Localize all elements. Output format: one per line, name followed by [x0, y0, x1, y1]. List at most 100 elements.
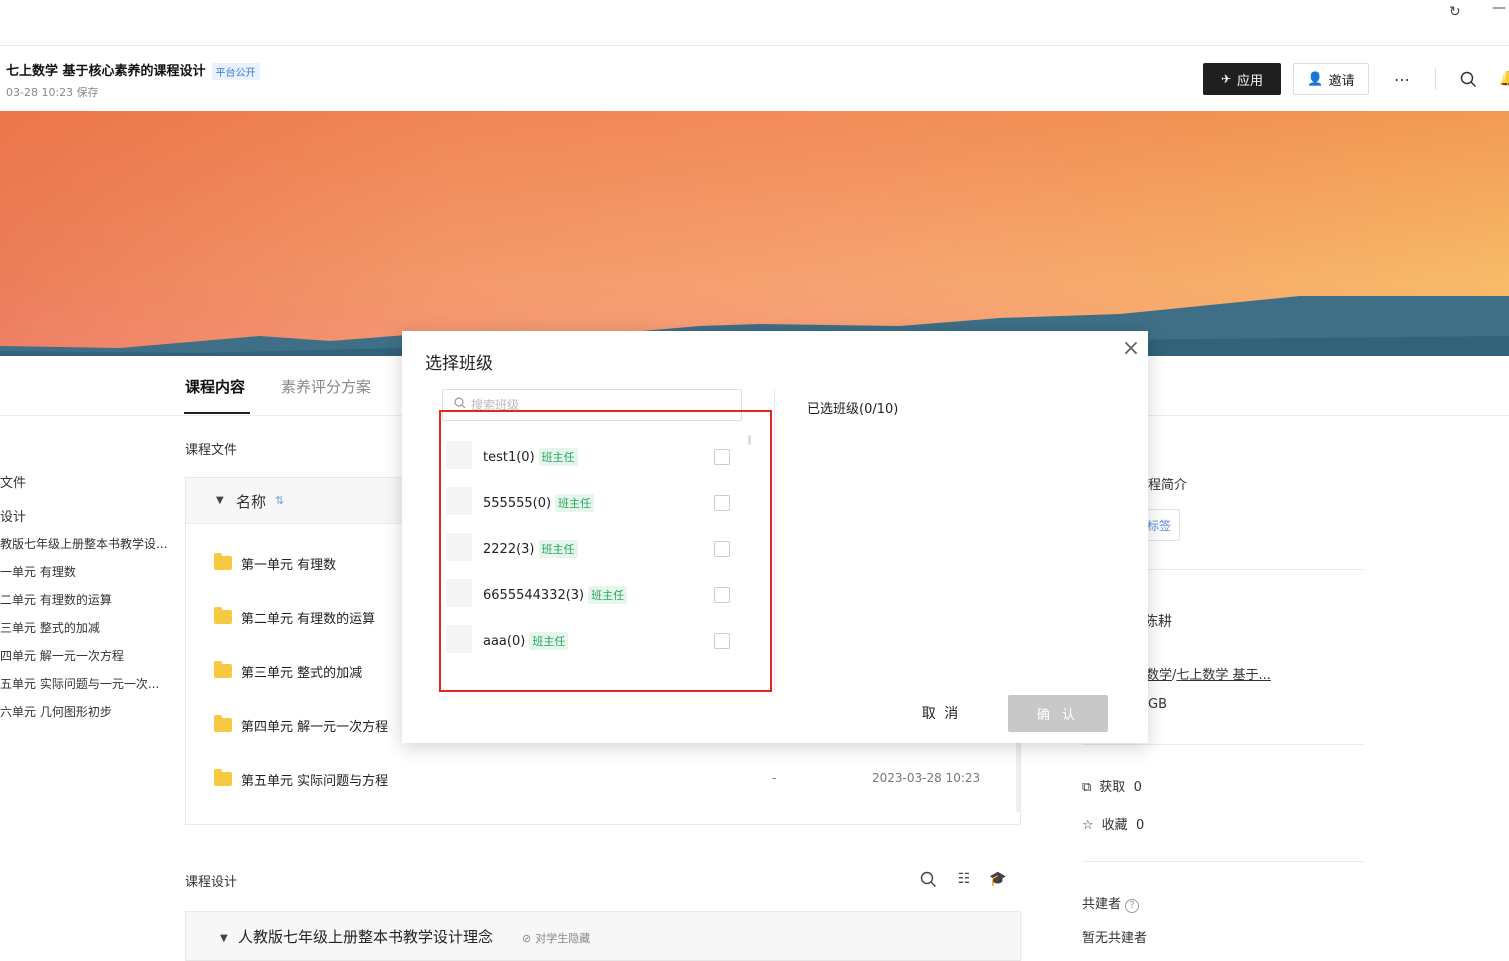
page-title: 七上数学 基于核心素养的课程设计 平台公开: [6, 60, 260, 80]
search-icon[interactable]: [1458, 69, 1478, 89]
save-status: 03-28 10:23 保存: [6, 86, 99, 99]
class-search-input[interactable]: [471, 396, 731, 414]
course-files-label: 课程文件: [185, 443, 238, 458]
tree-item[interactable]: 四单元 解一元一次方程: [0, 647, 124, 664]
cobuilder-heading: 共建者 ?: [1082, 893, 1140, 913]
window-top-strip: ↻ —: [0, 0, 1509, 46]
class-list-item[interactable]: aaa(0) 班主任: [446, 625, 736, 655]
invite-button[interactable]: 👤 邀请: [1293, 63, 1369, 95]
column-name[interactable]: 名称: [236, 491, 266, 512]
course-path[interactable]: 数学/七上数学 基于...: [1146, 664, 1271, 683]
role-badge: 班主任: [538, 540, 578, 558]
confirm-button[interactable]: 确 认: [1008, 695, 1108, 732]
tree-item[interactable]: 三单元 整式的加减: [0, 619, 100, 636]
tab-course-content[interactable]: 课程内容: [185, 376, 245, 397]
class-label: aaa(0) 班主任: [483, 632, 569, 650]
course-header: 七上数学 基于核心素养的课程设计 平台公开 03-28 10:23 保存 ✈ 应用…: [0, 47, 1509, 111]
class-list-item[interactable]: 555555(0) 班主任: [446, 487, 736, 517]
tree-item-files[interactable]: 文件: [0, 472, 26, 491]
eye-off-icon: ⊘: [522, 931, 532, 945]
list-view-icon[interactable]: ☷: [954, 869, 974, 889]
class-list-item[interactable]: test1(0) 班主任: [446, 441, 736, 471]
search-icon: [454, 397, 466, 413]
folder-icon: [214, 661, 232, 678]
apply-button[interactable]: ✈ 应用: [1203, 63, 1281, 95]
invite-label: 邀请: [1328, 73, 1355, 89]
tree-item[interactable]: 一单元 有理数: [0, 563, 76, 580]
class-avatar: [446, 625, 472, 653]
search-icon[interactable]: [918, 869, 938, 889]
favorite-stat[interactable]: ☆ 收藏 0: [1082, 814, 1144, 833]
file-name: 第三单元 整式的加减: [241, 665, 363, 681]
file-row[interactable]: 第二单元 有理数的运算: [214, 605, 375, 629]
class-name: 555555(0): [483, 496, 552, 511]
class-list-scrollbar[interactable]: [748, 435, 751, 445]
bell-icon[interactable]: 🔔: [1498, 69, 1509, 89]
class-search-field[interactable]: [442, 389, 742, 421]
apply-icon: ✈: [1220, 72, 1232, 86]
cobuilder-label: 共建者: [1082, 897, 1122, 912]
class-name: 6655544332(3): [483, 588, 585, 603]
file-name: 第四单元 解一元一次方程: [241, 719, 389, 735]
class-avatar: [446, 487, 472, 515]
class-checkbox[interactable]: [714, 587, 730, 603]
class-avatar: [446, 579, 472, 607]
cancel-button[interactable]: 取 消: [912, 695, 970, 731]
class-checkbox[interactable]: [714, 495, 730, 511]
path-part-2[interactable]: 七上数学 基于...: [1176, 668, 1271, 683]
class-avatar: [446, 533, 472, 561]
tab-literacy-scoring[interactable]: 素养评分方案: [281, 376, 371, 397]
class-checkbox[interactable]: [714, 449, 730, 465]
refresh-icon[interactable]: ↻: [1449, 4, 1461, 20]
class-avatar: [446, 441, 472, 469]
file-row[interactable]: 第四单元 解一元一次方程: [214, 713, 388, 737]
file-row[interactable]: 第五单元 实际问题与方程: [214, 767, 388, 791]
collapse-caret-icon[interactable]: ▼: [216, 495, 224, 506]
tree-item[interactable]: 六单元 几何图形初步: [0, 703, 112, 720]
sidebar-divider: [1082, 861, 1365, 862]
dialog-title: 选择班级: [425, 354, 493, 374]
file-row[interactable]: 第三单元 整式的加减: [214, 659, 362, 683]
apply-label: 应用: [1237, 73, 1264, 89]
tree-item[interactable]: 五单元 实际问题与一元一次...: [0, 675, 159, 692]
class-list-item[interactable]: 6655544332(3) 班主任: [446, 579, 736, 609]
author-name: 陈耕: [1144, 614, 1172, 630]
more-icon[interactable]: ⋯: [1392, 69, 1412, 89]
file-row[interactable]: 第一单元 有理数: [214, 551, 336, 575]
class-label: 2222(3) 班主任: [483, 540, 578, 558]
hidden-status: ⊘ 对学生隐藏: [522, 930, 590, 946]
path-part-1[interactable]: 数学: [1146, 668, 1172, 683]
acquire-label: 获取: [1099, 780, 1126, 795]
file-name: 第二单元 有理数的运算: [241, 611, 376, 627]
favorite-count: 0: [1135, 818, 1145, 833]
graduation-cap-icon[interactable]: 🎓: [988, 869, 1008, 889]
copy-icon: ⧉: [1082, 780, 1092, 795]
minimize-icon[interactable]: —: [1492, 0, 1506, 16]
folder-icon: [214, 715, 232, 732]
class-list-item[interactable]: 2222(3) 班主任: [446, 533, 736, 563]
class-checkbox[interactable]: [714, 633, 730, 649]
class-name: aaa(0): [483, 634, 526, 649]
class-label: test1(0) 班主任: [483, 448, 578, 466]
acquire-stat[interactable]: ⧉ 获取 0: [1082, 776, 1142, 795]
selected-count-label: 已选班级(0/10): [807, 402, 899, 417]
file-name: 第五单元 实际问题与方程: [241, 773, 389, 789]
file-name: 第一单元 有理数: [241, 557, 337, 573]
close-icon[interactable]: ×: [1120, 336, 1142, 361]
header-divider: [1435, 68, 1436, 90]
star-icon: ☆: [1082, 818, 1094, 833]
tree-item[interactable]: 二单元 有理数的运算: [0, 591, 112, 608]
folder-icon: [214, 553, 232, 570]
tree-item-design[interactable]: 设计: [0, 506, 26, 525]
role-badge: 班主任: [555, 494, 595, 512]
collapse-caret-icon[interactable]: ▼: [220, 933, 228, 944]
file-date: 2023-03-28 10:23: [872, 771, 981, 785]
design-item[interactable]: ▼ 人教版七年级上册整本书教学设计理念 ⊘ 对学生隐藏: [185, 911, 1021, 961]
class-name: 2222(3): [483, 542, 535, 557]
tree-item[interactable]: 教版七年级上册整本书教学设...: [0, 535, 167, 552]
role-badge: 班主任: [529, 632, 569, 650]
storage-size: GB: [1148, 697, 1167, 712]
sort-icon[interactable]: ⇅: [275, 494, 284, 507]
help-icon[interactable]: ?: [1125, 899, 1140, 913]
class-checkbox[interactable]: [714, 541, 730, 557]
